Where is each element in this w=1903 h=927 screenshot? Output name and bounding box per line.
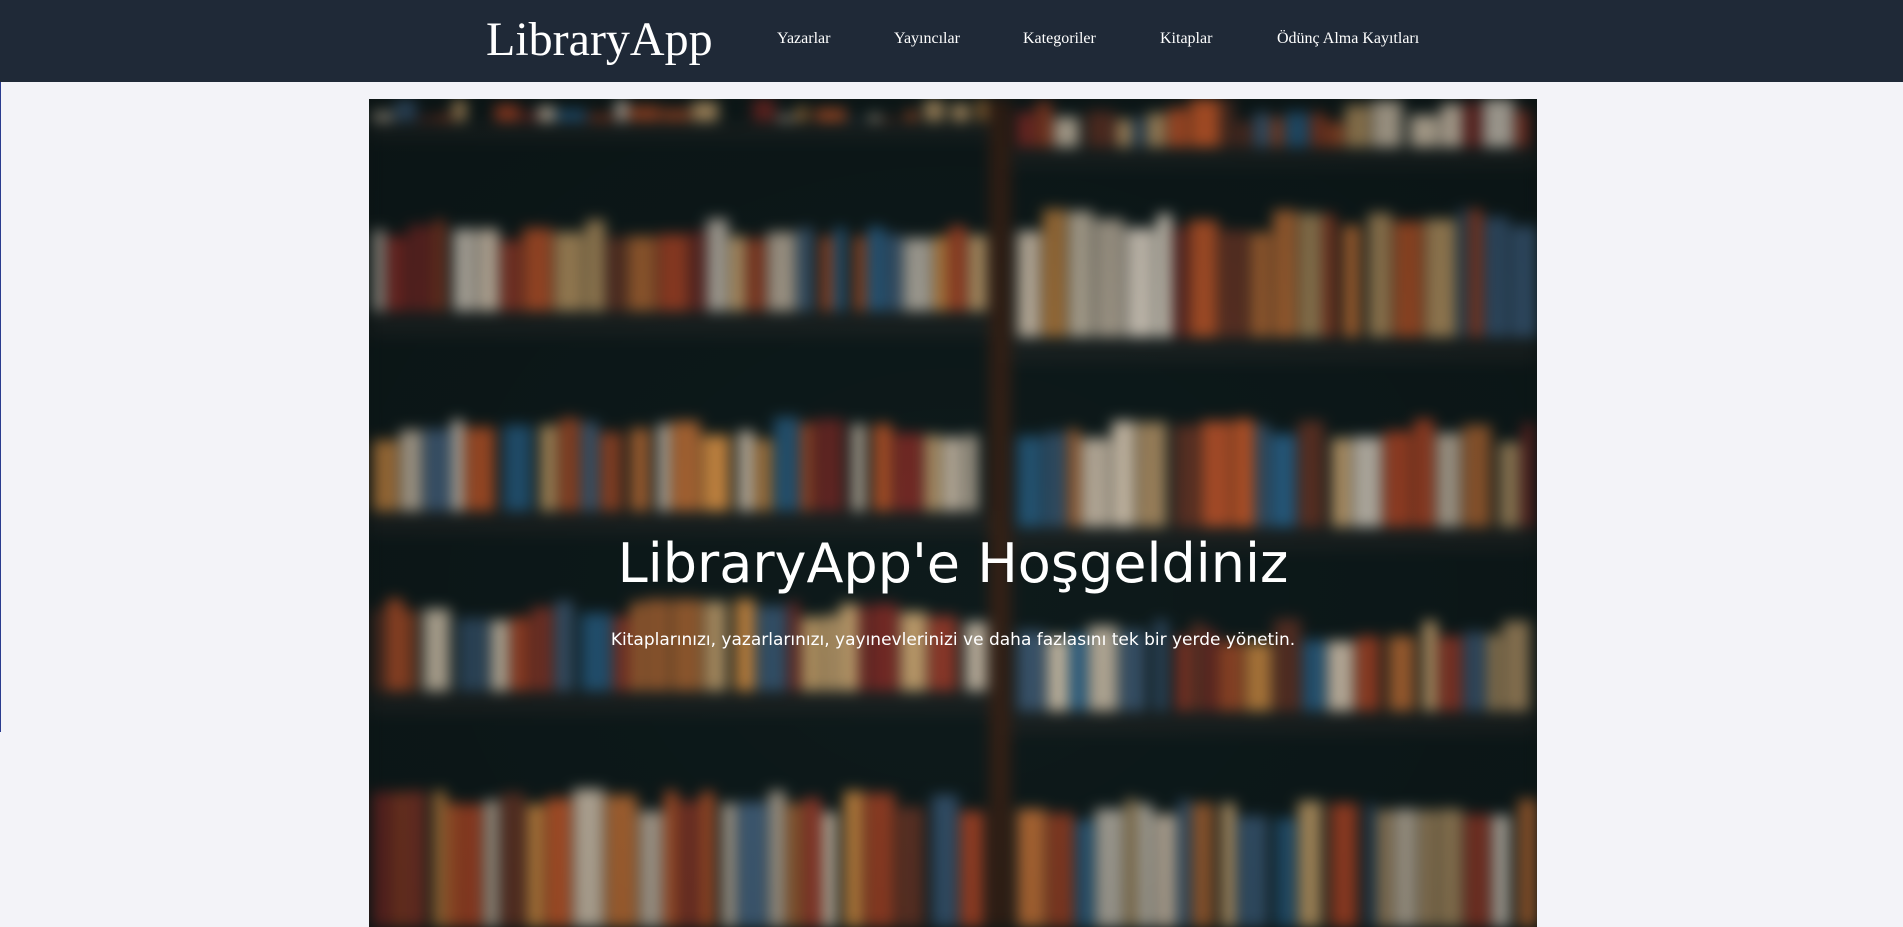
hero-subtitle: Kitaplarınızı, yazarlarınızı, yayınevler… bbox=[610, 630, 1296, 650]
page-edge-line bbox=[0, 0, 1, 732]
hero-banner: LibraryApp'e Hoşgeldiniz Kitaplarınızı, … bbox=[369, 99, 1537, 927]
nav-link-borrow-records[interactable]: Ödünç Alma Kayıtları bbox=[1277, 29, 1419, 49]
nav-link-publishers[interactable]: Yayıncılar bbox=[894, 29, 960, 49]
nav-link-authors[interactable]: Yazarlar bbox=[777, 29, 830, 49]
navbar: LibraryApp Yazarlar Yayıncılar Kategoril… bbox=[0, 0, 1903, 82]
hero-overlay bbox=[369, 99, 1537, 927]
nav-link-books[interactable]: Kitaplar bbox=[1160, 29, 1212, 49]
brand-logo[interactable]: LibraryApp bbox=[486, 12, 713, 68]
hero-title: LibraryApp'e Hoşgeldiniz bbox=[617, 532, 1289, 595]
nav-link-categories[interactable]: Kategoriler bbox=[1023, 29, 1096, 49]
